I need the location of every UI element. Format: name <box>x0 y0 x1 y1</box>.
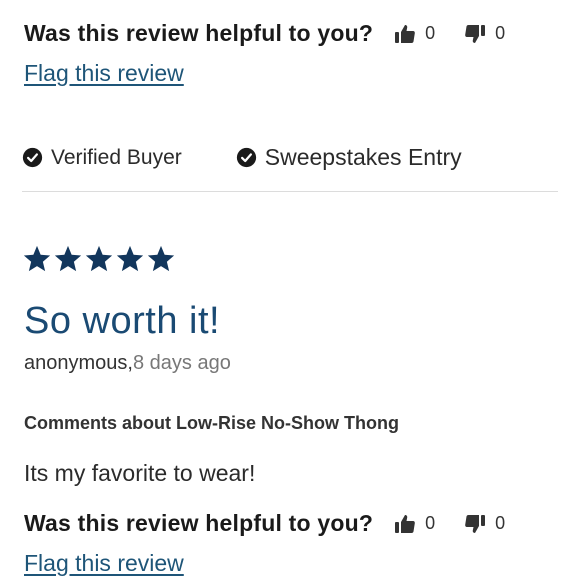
vote-up-button[interactable]: 0 <box>393 512 435 536</box>
star-icon <box>146 244 176 274</box>
review-author: anonymous, <box>24 352 133 374</box>
sweepstakes-entry-label: Sweepstakes Entry <box>264 144 462 170</box>
check-circle-icon <box>22 147 43 168</box>
helpful-question: Was this review helpful to you? <box>24 20 374 46</box>
flag-review-link[interactable]: Flag this review <box>24 550 184 577</box>
flag-review-link[interactable]: Flag this review <box>24 60 184 87</box>
star-icon <box>115 244 145 274</box>
review-meta: anonymous,8 days ago <box>24 352 231 375</box>
thumbs-down-icon <box>465 24 486 43</box>
review-product-heading: Comments about Low-Rise No-Show Thong <box>24 413 399 433</box>
thumbs-up-icon <box>395 514 415 533</box>
helpful-row-top: Was this review helpful to you? 0 0 <box>24 20 505 47</box>
review-body: Its my favorite to wear! <box>24 460 256 486</box>
vote-up-count: 0 <box>425 23 436 43</box>
helpful-row-bottom: Was this review helpful to you? 0 0 <box>24 510 505 537</box>
vote-up-button[interactable]: 0 <box>393 22 435 46</box>
vote-down-button[interactable]: 0 <box>463 22 505 46</box>
vote-down-button[interactable]: 0 <box>463 512 505 536</box>
vote-up-count: 0 <box>425 513 436 533</box>
thumbs-up-icon <box>395 24 415 43</box>
check-circle-icon <box>236 147 256 168</box>
review-date: 8 days ago <box>132 352 231 374</box>
helpful-question: Was this review helpful to you? <box>24 510 374 536</box>
thumbs-down-icon <box>465 514 486 533</box>
vote-down-count: 0 <box>495 23 506 43</box>
review-title: So worth it! <box>24 300 221 342</box>
review-divider <box>22 191 558 192</box>
vote-down-count: 0 <box>495 513 506 533</box>
star-icon <box>22 244 52 274</box>
star-icon <box>53 244 83 274</box>
star-icon <box>84 244 114 274</box>
verified-buyer-label: Verified Buyer <box>51 145 182 169</box>
verified-buyer-badge: Verified Buyer <box>22 146 182 170</box>
sweepstakes-entry-badge: Sweepstakes Entry <box>236 144 462 171</box>
reviewer-badges: Verified Buyer Sweepstakes Entry <box>22 144 462 171</box>
star-rating <box>22 244 177 274</box>
